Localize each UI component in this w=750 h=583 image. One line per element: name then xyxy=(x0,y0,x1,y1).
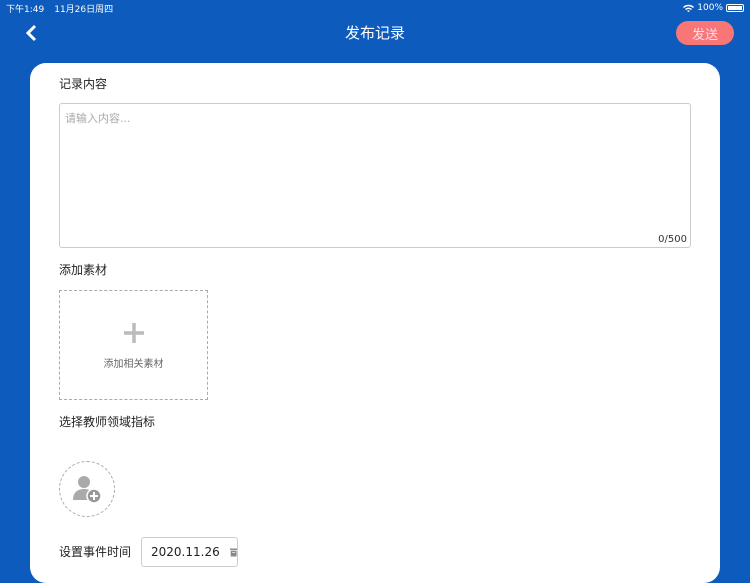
status-bar: 下午1:49 11月26日周四 100% xyxy=(0,0,750,16)
status-date: 11月26日周四 xyxy=(54,4,114,15)
battery-percent: 100% xyxy=(697,3,723,13)
battery-icon xyxy=(726,4,744,12)
event-date-value: 2020.11.26 xyxy=(151,545,220,559)
media-label: 添加素材 xyxy=(59,263,108,277)
event-date-picker[interactable]: 2020.11.26 xyxy=(141,537,238,567)
calendar-icon xyxy=(229,547,237,557)
add-media-button[interactable]: 添加相关素材 xyxy=(59,290,208,400)
event-time-label: 设置事件时间 xyxy=(59,545,132,559)
status-time: 下午1:49 xyxy=(6,4,45,15)
add-media-label: 添加相关素材 xyxy=(103,358,164,370)
content-label: 记录内容 xyxy=(59,77,108,91)
char-counter: 0/500 xyxy=(658,234,687,245)
indicator-label: 选择教师领域指标 xyxy=(59,415,156,429)
add-user-icon xyxy=(73,476,102,504)
content-placeholder: 请输入内容... xyxy=(65,112,131,125)
form-card: 记录内容 请输入内容... 0/500 添加素材 添加相关素材 选择教师领域指标… xyxy=(30,63,720,583)
send-button[interactable]: 发送 xyxy=(676,21,734,45)
page-title: 发布记录 xyxy=(344,24,405,42)
select-teacher-button[interactable] xyxy=(59,461,115,517)
wifi-icon xyxy=(683,4,695,12)
content-textarea[interactable]: 请输入内容... 0/500 xyxy=(59,103,691,248)
plus-icon xyxy=(123,322,144,343)
